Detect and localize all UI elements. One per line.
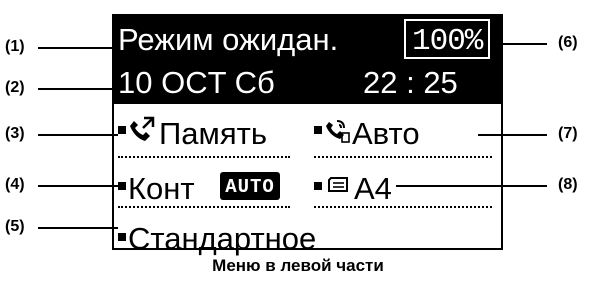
zoom-box: 100% xyxy=(404,19,490,59)
badge-text: AUTO xyxy=(225,176,275,198)
callout-1: (1) xyxy=(5,38,25,55)
memory-text: Память xyxy=(159,116,267,151)
resolution-text: Стандартное xyxy=(128,221,317,256)
divider xyxy=(314,206,492,208)
paper-tray-icon xyxy=(326,176,350,199)
divider xyxy=(118,156,290,158)
callout-4: (4) xyxy=(5,176,25,193)
leader-line-3 xyxy=(38,134,118,136)
leader-line-1 xyxy=(38,47,118,49)
contrast-text: Конт xyxy=(128,171,195,206)
mode-text: Режим ожидан. xyxy=(118,22,339,57)
callout-8: (8) xyxy=(558,176,578,193)
leader-line-2 xyxy=(38,88,118,90)
callout-2: (2) xyxy=(5,79,25,96)
bullet xyxy=(314,182,322,190)
phone-memory-icon xyxy=(128,116,156,147)
contrast-auto-badge: AUTO xyxy=(220,172,280,200)
leader-line-6 xyxy=(490,43,547,45)
callout-6: (6) xyxy=(558,34,578,51)
date-text: 10 OCT Сб xyxy=(118,65,275,100)
zoom-text: 100% xyxy=(412,24,483,59)
bullet xyxy=(118,233,126,241)
bullet xyxy=(314,126,322,134)
auto-text: Авто xyxy=(352,116,420,151)
leader-line-5 xyxy=(38,227,118,229)
leader-line-7 xyxy=(478,134,547,136)
figure-caption: Меню в левой части xyxy=(212,256,384,275)
time-text: 22 : 25 xyxy=(363,65,458,100)
callout-3: (3) xyxy=(5,125,25,142)
lcd-display: Режим ожидан. 100% 10 OCT Сб 22 : 25 Пам… xyxy=(112,14,503,254)
leader-line-4 xyxy=(38,185,118,187)
callout-5: (5) xyxy=(5,218,25,235)
leader-line-8 xyxy=(396,185,547,187)
paper-size-text: A4 xyxy=(354,171,392,206)
divider xyxy=(118,206,290,208)
bullet xyxy=(118,182,126,190)
fax-auto-icon xyxy=(324,117,350,148)
bullet xyxy=(118,126,126,134)
divider xyxy=(314,156,492,158)
callout-7: (7) xyxy=(558,125,578,142)
